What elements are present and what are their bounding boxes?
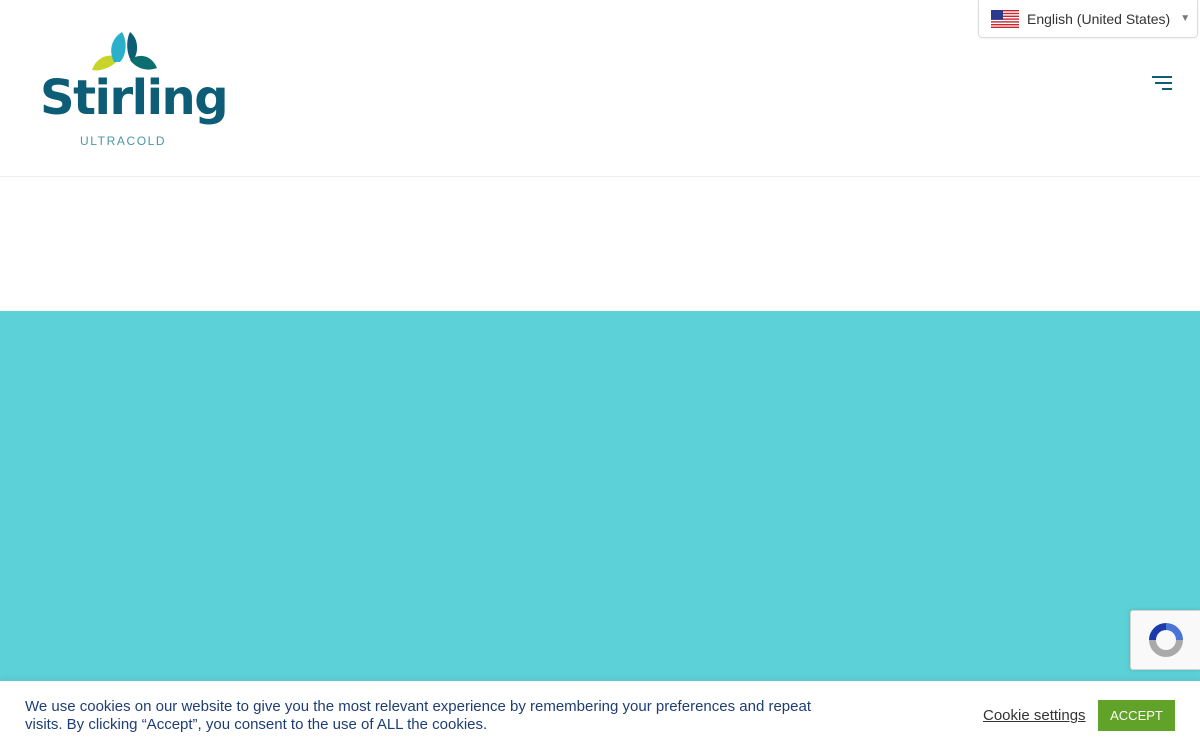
- chevron-down-icon: ▼: [1180, 13, 1191, 24]
- stirling-logo[interactable]: Stirling ULTRACOLD: [40, 30, 229, 150]
- leaf-logo-icon: [92, 32, 157, 71]
- cookie-message: We use cookies on our website to give yo…: [25, 698, 811, 733]
- site-header: Stirling ULTRACOLD English (United State…: [0, 0, 1200, 177]
- language-label: English (United States): [1027, 10, 1171, 27]
- us-flag-icon: [991, 9, 1019, 28]
- cookie-settings-link[interactable]: Cookie settings: [983, 707, 1086, 724]
- logo-subtitle: ULTRACOLD: [80, 134, 167, 148]
- hamburger-menu-icon[interactable]: [1150, 76, 1172, 92]
- logo-wordmark: Stirling: [40, 70, 229, 126]
- language-selector[interactable]: English (United States) ▼: [978, 0, 1198, 38]
- recaptcha-badge[interactable]: [1130, 610, 1200, 670]
- cookie-banner: We use cookies on our website to give yo…: [0, 681, 1200, 750]
- recaptcha-icon: [1149, 623, 1183, 657]
- accept-button[interactable]: ACCEPT: [1098, 700, 1175, 731]
